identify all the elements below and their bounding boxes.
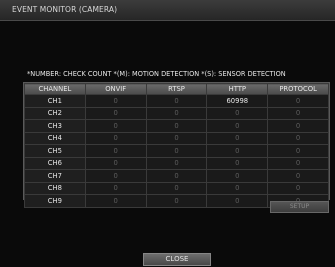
legend-text: *NUMBER: CHECK COUNT *(M): MOTION DETECT… — [27, 70, 286, 78]
table-row: CH7 0 0 0 0 — [24, 169, 329, 183]
http-cell: 0 — [206, 119, 269, 133]
channel-cell: CH3 — [24, 119, 86, 133]
protocol-cell: 0 — [267, 94, 329, 108]
rtsp-cell: 0 — [145, 94, 208, 108]
rtsp-cell: 0 — [145, 181, 208, 195]
protocol-cell: 0 — [267, 106, 329, 120]
channel-cell: CH5 — [24, 144, 86, 158]
table-row: CH4 0 0 0 0 — [24, 131, 329, 145]
channel-cell: CH2 — [24, 106, 86, 120]
header-onvif: ONVIF — [84, 83, 147, 95]
rtsp-cell: 0 — [145, 106, 208, 120]
protocol-cell: 0 — [267, 181, 329, 195]
event-table: CHANNEL ONVIF RTSP HTTP PROTOCOL CH1 0 0… — [24, 83, 329, 208]
channel-cell: CH1 — [24, 94, 86, 108]
http-cell: 0 — [206, 181, 269, 195]
header-channel: CHANNEL — [24, 83, 86, 95]
onvif-cell: 0 — [84, 194, 147, 208]
rtsp-cell: 0 — [145, 144, 208, 158]
http-cell: 0 — [206, 194, 269, 208]
onvif-cell: 0 — [84, 94, 147, 108]
protocol-cell: 0 — [267, 131, 329, 145]
header-http: HTTP — [206, 83, 269, 95]
onvif-cell: 0 — [84, 169, 147, 183]
channel-cell: CH4 — [24, 131, 86, 145]
channel-cell: CH6 — [24, 156, 86, 170]
http-cell: 0 — [206, 106, 269, 120]
channel-cell: CH8 — [24, 181, 86, 195]
table-row: CH3 0 0 0 0 — [24, 119, 329, 133]
table-header-row: CHANNEL ONVIF RTSP HTTP PROTOCOL — [24, 83, 329, 95]
protocol-cell: 0 — [267, 156, 329, 170]
setup-button[interactable]: SETUP — [270, 201, 329, 213]
protocol-cell: 0 — [267, 144, 329, 158]
channel-cell: CH7 — [24, 169, 86, 183]
http-cell: 0 — [206, 131, 269, 145]
onvif-cell: 0 — [84, 181, 147, 195]
table-row: CH1 0 0 60998 0 — [24, 94, 329, 108]
table-row: CH5 0 0 0 0 — [24, 144, 329, 158]
close-button[interactable]: CLOSE — [143, 253, 211, 266]
event-monitor-window: EVENT MONITOR (CAMERA) *NUMBER: CHECK CO… — [0, 0, 335, 267]
onvif-cell: 0 — [84, 106, 147, 120]
rtsp-cell: 0 — [145, 194, 208, 208]
rtsp-cell: 0 — [145, 169, 208, 183]
http-cell: 0 — [206, 144, 269, 158]
table-row: CH6 0 0 0 0 — [24, 156, 329, 170]
rtsp-cell: 0 — [145, 131, 208, 145]
header-protocol: PROTOCOL — [267, 83, 329, 95]
table-row: CH8 0 0 0 0 — [24, 181, 329, 195]
window-title: EVENT MONITOR (CAMERA) — [12, 5, 118, 14]
http-cell: 60998 — [206, 94, 269, 108]
header-rtsp: RTSP — [145, 83, 208, 95]
table-row: CH2 0 0 0 0 — [24, 106, 329, 120]
onvif-cell: 0 — [84, 156, 147, 170]
onvif-cell: 0 — [84, 119, 147, 133]
protocol-cell: 0 — [267, 119, 329, 133]
onvif-cell: 0 — [84, 131, 147, 145]
protocol-cell: 0 — [267, 169, 329, 183]
http-cell: 0 — [206, 169, 269, 183]
event-table-frame: CHANNEL ONVIF RTSP HTTP PROTOCOL CH1 0 0… — [23, 82, 330, 208]
rtsp-cell: 0 — [145, 156, 208, 170]
channel-cell: CH9 — [24, 194, 86, 208]
http-cell: 0 — [206, 156, 269, 170]
rtsp-cell: 0 — [145, 119, 208, 133]
title-bar: EVENT MONITOR (CAMERA) — [0, 0, 335, 21]
onvif-cell: 0 — [84, 144, 147, 158]
